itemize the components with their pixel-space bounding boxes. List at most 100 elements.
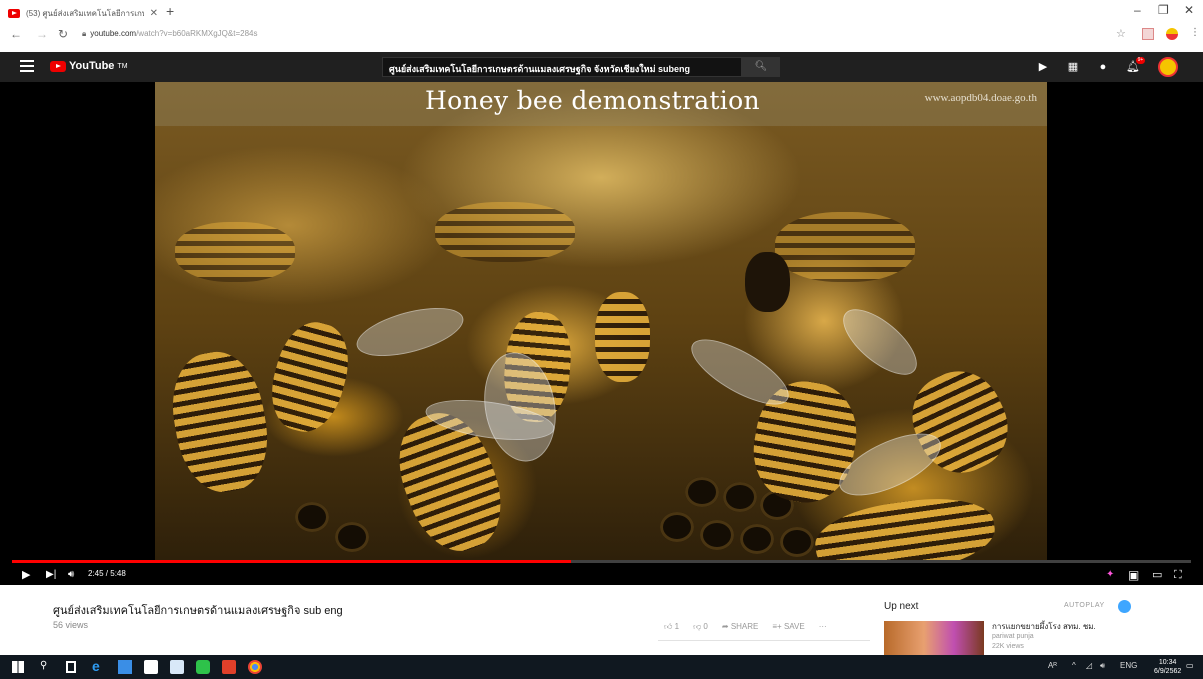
windows-start-icon[interactable] xyxy=(12,661,24,673)
search-button[interactable]: 🔍︎ xyxy=(742,57,780,77)
video-overlay-url: www.aopdb04.doae.go.th xyxy=(924,92,1037,104)
like-count: 1 xyxy=(674,622,680,631)
address-bar: ← → ↻ 🔒︎ youtube.com/watch?v=b60aRKMXgJQ&… xyxy=(0,24,1203,46)
apps-grid-icon[interactable]: ▦ xyxy=(1066,60,1080,74)
bee-wing xyxy=(351,298,469,366)
clock-date: 6/9/2562 xyxy=(1154,668,1182,675)
close-tab-icon[interactable]: ✕ xyxy=(150,8,158,19)
speaker-icon[interactable]: 🔊︎ xyxy=(1100,661,1105,671)
timecode: 2:45 / 5:48 xyxy=(88,569,126,578)
language-indicator[interactable]: ENG xyxy=(1120,661,1137,670)
bee-body xyxy=(775,212,915,282)
action-center-icon[interactable]: ▭ xyxy=(1186,661,1194,670)
tray-chevron-icon[interactable]: ^ xyxy=(1072,661,1076,670)
honeycomb-cell xyxy=(335,522,369,552)
create-video-icon[interactable]: ▶ xyxy=(1036,60,1050,74)
fullscreen-icon[interactable]: ⛶ xyxy=(1174,567,1182,583)
chrome-browser-icon[interactable] xyxy=(248,660,262,674)
recommendation-views: 22K views xyxy=(992,643,1024,650)
next-video-icon[interactable]: ▶| xyxy=(46,567,56,583)
new-tab-icon[interactable]: + xyxy=(166,3,174,19)
bee-head xyxy=(745,252,790,312)
view-count: 56 views xyxy=(53,620,89,630)
edge-browser-icon[interactable]: e xyxy=(92,658,106,674)
bee-body xyxy=(811,489,999,560)
messages-icon[interactable]: ● xyxy=(1096,60,1110,74)
progress-fill xyxy=(12,560,571,563)
youtube-header: YouTube TM ศูนย์ส่งเสริมเทคโนโลยีการเกษตร… xyxy=(0,52,1203,82)
share-arrow-icon: ➦ xyxy=(721,622,729,631)
youtube-logo[interactable]: YouTube TM xyxy=(50,60,128,72)
search-input[interactable]: ศูนย์ส่งเสริมเทคโนโลยีการเกษตรด้านแมลงเศ… xyxy=(382,57,742,77)
like-button[interactable]: 👍︎ 1 xyxy=(664,622,679,632)
honeycomb-cell xyxy=(700,520,734,550)
youtube-play-logo-icon xyxy=(50,60,66,72)
video-player[interactable]: Honey bee demonstration www.aopdb04.doae… xyxy=(0,82,1203,585)
autoplay-toggle[interactable] xyxy=(1118,600,1131,613)
play-icon[interactable]: ▶ xyxy=(22,567,30,583)
thumbs-up-icon: 👍︎ xyxy=(664,622,673,631)
avatar[interactable] xyxy=(1158,57,1178,77)
browser-tab[interactable]: (53) ศูนย์ส่งเสริมเทคโนโลยีการเกษตร... ✕ xyxy=(8,4,158,22)
autoplay-label: AUTOPLAY xyxy=(1064,602,1105,609)
forward-arrow-icon[interactable]: → xyxy=(36,27,48,41)
miniplayer-icon[interactable]: ▣ xyxy=(1128,567,1139,583)
search-icon: 🔍︎ xyxy=(754,61,768,72)
save-button[interactable]: ≡+ SAVE xyxy=(772,622,804,632)
close-window-icon[interactable]: ✕ xyxy=(1184,3,1194,17)
url-field[interactable]: 🔒︎ youtube.com/watch?v=b60aRKMXgJQ&t=284s xyxy=(82,29,257,39)
dislike-button[interactable]: 👎︎ 0 xyxy=(693,622,708,632)
wifi-icon[interactable]: ◿ xyxy=(1086,661,1092,670)
share-button[interactable]: ➦ SHARE xyxy=(722,622,759,632)
more-actions-button[interactable]: ··· xyxy=(819,622,827,632)
extension-pdf-icon[interactable] xyxy=(1142,28,1154,40)
video-frame[interactable]: Honey bee demonstration www.aopdb04.doae… xyxy=(155,82,1047,560)
restore-icon[interactable]: ❐ xyxy=(1158,3,1169,17)
youtube-favicon-icon xyxy=(8,8,20,18)
video-info-section: ศูนย์ส่งเสริมเทคโนโลยีการเกษตรด้านแมลงเศ… xyxy=(0,585,1203,655)
people-icon[interactable]: Aᴿ xyxy=(1048,661,1057,670)
recommendation-title[interactable]: การแยกขยายผึ้งโรง สทม. ชม. xyxy=(992,620,1096,633)
recommendation-thumbnail[interactable] xyxy=(884,621,984,655)
tab-title: (53) ศูนย์ส่งเสริมเทคโนโลยีการเกษตร... xyxy=(26,8,144,18)
bookmark-star-icon[interactable]: ☆ xyxy=(1116,27,1126,40)
bee-body xyxy=(261,314,359,440)
taskbar-clock[interactable]: 10:34 6/9/2562 xyxy=(1154,658,1181,676)
thumbs-down-icon: 👎︎ xyxy=(693,622,702,631)
minimize-icon[interactable]: – xyxy=(1134,3,1141,17)
browser-menu-icon[interactable]: ⋮ xyxy=(1190,27,1200,38)
bee-wing xyxy=(832,297,928,387)
reload-icon[interactable]: ↻ xyxy=(58,27,68,41)
hamburger-menu-icon[interactable] xyxy=(20,60,34,72)
bee-body xyxy=(175,222,295,282)
url-path: /watch?v=b60aRKMXgJQ&t=284s xyxy=(136,29,258,38)
volume-icon[interactable]: 🔊︎ xyxy=(68,567,74,583)
up-next-heading: Up next xyxy=(884,601,919,612)
lock-icon: 🔒︎ xyxy=(82,29,87,38)
back-arrow-icon[interactable]: ← xyxy=(10,27,22,41)
video-actions: 👍︎ 1 👎︎ 0 ➦ SHARE ≡+ SAVE ··· xyxy=(664,622,827,632)
store-icon[interactable] xyxy=(144,660,158,674)
search-taskbar-icon[interactable]: ⚲ xyxy=(40,660,54,674)
url-host: youtube.com xyxy=(90,29,137,38)
youtube-logo-tm: TM xyxy=(117,62,128,70)
honeycomb-cell xyxy=(740,524,774,554)
extension-profile-icon[interactable] xyxy=(1166,28,1178,40)
app-icon[interactable] xyxy=(222,660,236,674)
theater-mode-icon[interactable]: ▭ xyxy=(1152,567,1162,583)
share-label: SHARE xyxy=(730,622,759,631)
bee-body xyxy=(163,345,277,499)
divider xyxy=(658,640,870,641)
video-overlay-title: Honey bee demonstration xyxy=(425,86,760,115)
file-explorer-icon[interactable] xyxy=(118,660,132,674)
mail-icon[interactable] xyxy=(170,660,184,674)
line-app-icon[interactable] xyxy=(196,660,210,674)
clock-time: 10:34 xyxy=(1158,659,1177,666)
progress-bar[interactable] xyxy=(12,560,1191,563)
autoplay-extension-icon[interactable]: ✦ xyxy=(1106,567,1114,583)
honeycomb-cell xyxy=(660,512,694,542)
honeycomb-cell xyxy=(780,527,814,557)
task-view-icon[interactable] xyxy=(66,661,76,673)
recommendation-channel[interactable]: pariwat punja xyxy=(992,633,1034,640)
windows-taskbar: ⚲ e Aᴿ ^ ◿ 🔊︎ ENG 10:34 6/9/2562 ▭ xyxy=(0,655,1203,679)
